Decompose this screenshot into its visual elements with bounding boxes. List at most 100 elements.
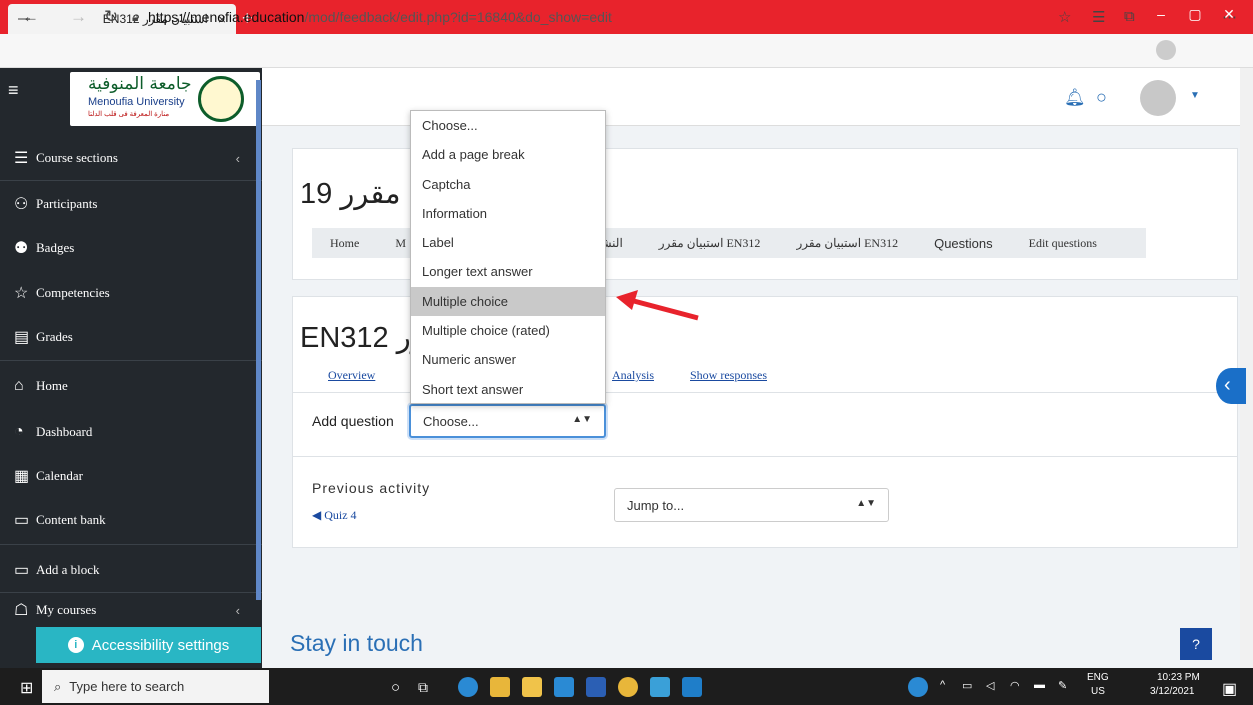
maximize-button[interactable]: ▢ [1180,6,1210,23]
back-icon[interactable]: ← [22,7,39,27]
tab-analysis[interactable]: Analysis [612,368,654,383]
sidebar-item-label: Course sections [36,150,118,165]
word-icon[interactable] [586,677,606,697]
option-multiple-choice-rated[interactable]: Multiple choice (rated) [411,316,605,345]
sidebar-item-label: Content bank [36,512,106,527]
volume-icon[interactable]: ◁ [986,679,994,692]
refresh-icon[interactable]: ↻ [104,7,118,27]
mail-icon[interactable] [554,677,574,697]
hamburger-menu-icon[interactable]: ≡ [8,80,32,101]
breadcrumb-home[interactable]: Home [330,236,359,251]
tray-chevron-icon[interactable]: ^ [940,679,945,691]
pen-icon[interactable]: ✎ [1058,679,1067,692]
sidebar-item-my-courses[interactable]: ☖ My courses ‹ [14,592,254,628]
option-captcha[interactable]: Captcha [411,170,605,199]
sidebar-scrollbar[interactable] [256,80,261,600]
option-page-break[interactable]: Add a page break [411,140,605,169]
option-multiple-choice[interactable]: Multiple choice [411,286,605,317]
option-numeric[interactable]: Numeric answer [411,345,605,374]
search-placeholder: Type here to search [69,679,185,694]
notifications-icon[interactable]: ▣ [1222,679,1237,699]
sidebar-item-content-bank[interactable]: ▭ Content bank [14,498,254,542]
info-icon: i [67,637,84,653]
cortana-icon[interactable]: ○ [391,679,400,696]
sidebar-item-label: Add a block [36,562,100,577]
battery-icon[interactable]: ▬ [1034,679,1045,691]
url-path: /mod/feedback/edit.php?id=16840&do_show=… [304,9,612,25]
add-question-label: Add question [312,413,394,429]
sidebar-item-grades[interactable]: ▤ Grades [14,315,254,359]
breadcrumb-item[interactable]: M [395,236,406,251]
minimize-button[interactable]: – [1146,6,1176,22]
more-icon[interactable]: ⋯ [1222,8,1237,26]
option-short-text[interactable]: Short text answer [411,375,605,404]
sidebar-item-participants[interactable]: ⚇ Participants [14,182,254,226]
tab-overview[interactable]: Overview [328,368,375,383]
sidebar-item-competencies[interactable]: ☆ Competencies [14,271,254,315]
clock-time[interactable]: 10:23 PM [1157,672,1200,683]
sidebar-item-home[interactable]: ⌂ Home [14,364,254,408]
option-information[interactable]: Information [411,199,605,228]
logo-arabic-text: جامعة المنوفية [88,74,192,94]
add-question-select[interactable]: Choose... ▲▼ [409,404,606,438]
clock-date[interactable]: 3/12/2021 [1150,686,1195,697]
search-icon: ⌕ [54,678,62,694]
language-us[interactable]: US [1091,686,1105,697]
chrome-icon[interactable] [618,677,638,697]
option-longer-text[interactable]: Longer text answer [411,257,605,286]
taskbar-search[interactable]: ⌕ Type here to search [42,670,269,703]
option-choose[interactable]: Choose... [411,111,605,140]
breadcrumb-item[interactable]: Questions [934,236,993,251]
forward-icon[interactable]: → [70,7,87,27]
user-menu-caret-icon[interactable]: ▼ [1190,90,1200,101]
tab-show-responses[interactable]: Show responses [690,368,767,383]
sidebar-item-course-sections[interactable]: ☰ Course sections ‹ [14,136,254,180]
favorite-icon[interactable]: ☆ [1058,8,1071,26]
sidebar-item-add-block[interactable]: ▭ Add a block [14,548,254,592]
help-icon[interactable] [908,677,928,697]
accessibility-settings-button[interactable]: i Accessibility settings [36,627,261,663]
sidebar-item-calendar[interactable]: ▦ Calendar [14,454,254,498]
user-avatar[interactable] [1140,80,1176,116]
edge-icon[interactable] [458,677,478,697]
drawer-toggle-chevron-icon[interactable]: ‹ [1216,368,1246,404]
sidebar-item-dashboard[interactable]: ◔ Dashboard [14,410,254,454]
sidebar-item-label: Home [36,378,68,393]
jump-to-select[interactable]: Jump to... ▲▼ [614,488,889,522]
section-divider [292,456,1238,457]
wifi-icon[interactable]: ◠ [1010,679,1020,692]
messages-icon[interactable]: ○ [1096,87,1107,108]
file-explorer-icon[interactable] [490,677,510,697]
breadcrumb-item[interactable]: استبيان مقرر EN312 [796,236,898,251]
favorites-list-icon[interactable]: ☰ [1092,8,1105,26]
store-icon[interactable] [522,677,542,697]
add-question-dropdown: Choose... Add a page break Captcha Infor… [410,110,606,404]
logo-english-text: Menoufia University [88,96,185,108]
collections-icon[interactable]: ⧉ [1124,8,1135,25]
chevron-left-icon[interactable]: ‹ [236,603,240,618]
sidebar-item-label: Competencies [36,285,110,300]
sidebar-item-label: Badges [36,240,75,255]
url-field[interactable]: https://menofia.education/mod/feedback/e… [148,9,612,25]
language-eng[interactable]: ENG [1087,672,1109,683]
profile-icon[interactable] [1156,40,1176,60]
previous-activity-link[interactable]: ◀ Quiz 4 [312,508,357,523]
sidebar-item-badges[interactable]: ⚉ Badges [14,226,254,270]
select-value: Choose... [423,414,479,429]
network-icon[interactable]: ▭ [962,679,972,692]
app-icon[interactable] [650,677,670,697]
footer-share-icon[interactable]: ? [1180,628,1212,660]
task-view-icon[interactable]: ⧉ [418,679,428,696]
photos-icon[interactable] [682,677,702,697]
logo-tagline: منارة المعرفة فى قلب الدلتا [88,111,170,118]
lock-icon: 🔒︎ [132,10,139,24]
university-logo[interactable]: جامعة المنوفية Menoufia University منارة… [70,72,260,126]
option-label[interactable]: Label [411,228,605,257]
notification-bell-icon[interactable]: 🔔︎ [1064,88,1086,108]
sidebar-item-label: Calendar [36,468,83,483]
sidebar-item-label: Participants [36,196,98,211]
breadcrumb-item[interactable]: استبيان مقرر EN312 [659,236,761,251]
add-block-icon: ▭ [14,562,30,579]
chevron-left-icon[interactable]: ‹ [236,151,240,166]
windows-start-icon[interactable]: ⊞ [20,678,33,698]
